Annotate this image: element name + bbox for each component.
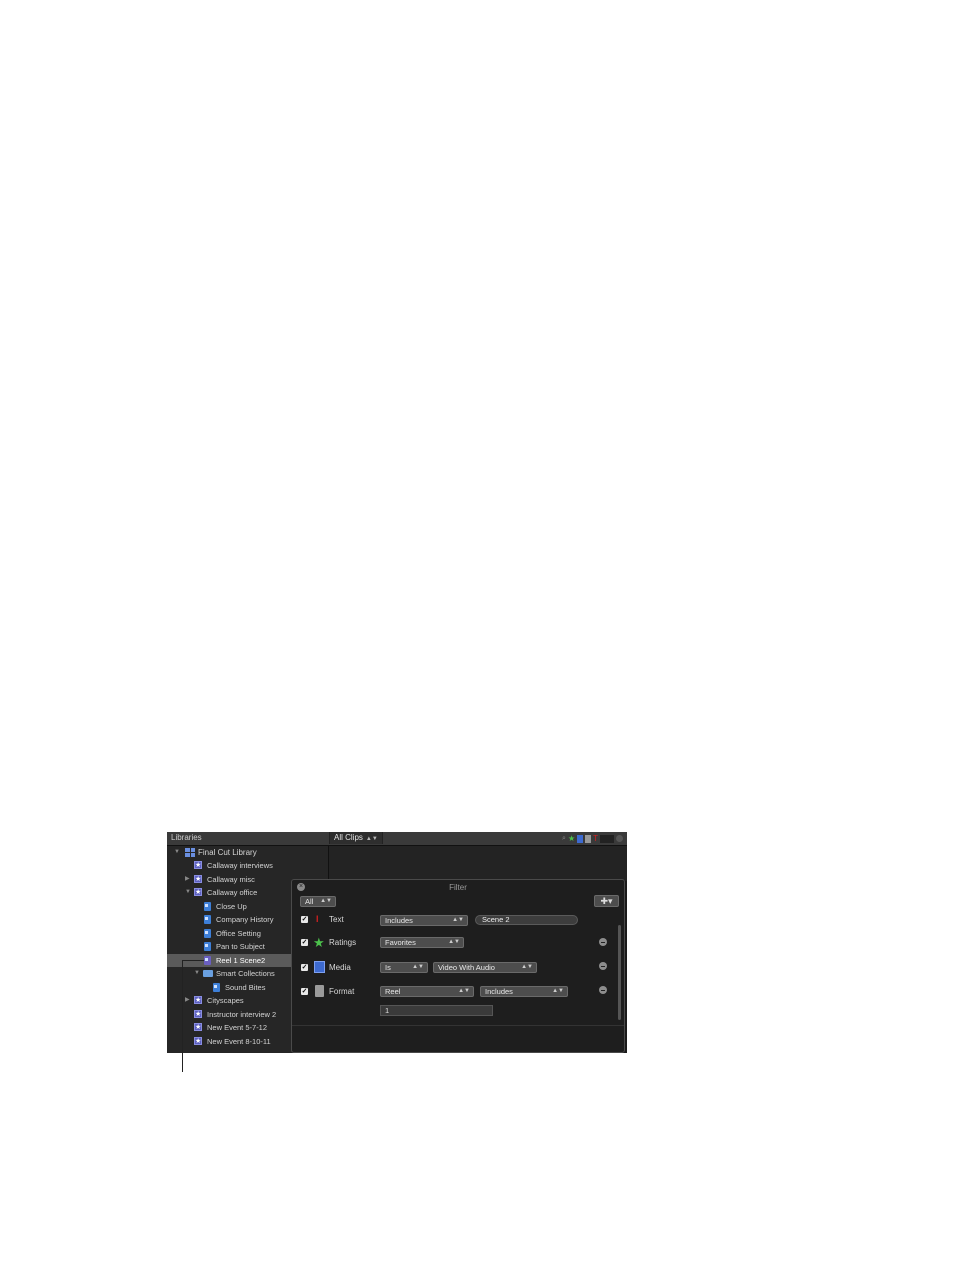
media-rule-label: Media [329,963,351,972]
keyword-collection-icon [213,983,220,992]
text-icon[interactable]: T [593,834,598,843]
ratings-op-popup[interactable]: Favorites ▲▼ [380,937,464,948]
library-icon [185,848,195,857]
sidebar-item-label: Pan to Subject [216,942,265,951]
add-rule-button[interactable]: ✚▾ [594,895,619,907]
toolbar-blank [600,834,614,843]
sidebar-item-label: Close Up [216,902,247,911]
clips-filter-label: All Clips [334,833,363,842]
filter-window: × Filter All ▲▼ ✚▾ ✓ I Text Includes ▲▼ Sc… [291,879,625,1053]
sidebar-item-label: Sound Bites [225,983,266,992]
sidebar-item-label: Cityscapes [207,996,244,1005]
format-op2-label: Includes [485,987,513,996]
event-icon [194,1008,202,1021]
format-icon[interactable] [585,834,592,843]
keyword-collection-icon [204,942,211,951]
format-op2-popup[interactable]: Includes ▲▼ [480,986,568,997]
text-op-label: Includes [385,916,413,925]
format-op-label: Reel [385,987,401,996]
final-cut-window: Libraries All Clips ▲▼ ⌕ ★ T ▼ Final Cut … [167,832,627,1053]
event-icon [194,1021,202,1034]
toolbar-icons: ⌕ ★ T [562,833,623,844]
updown-arrows-icon: ▲▼ [521,964,533,970]
folder-icon [203,970,213,977]
text-rule-checkbox[interactable]: ✓ [301,916,308,923]
text-search-field[interactable]: Scene 2 [475,915,578,925]
browser-content-area [329,846,627,881]
media-op-label: Is [385,963,391,972]
smart-collection-icon [204,956,211,965]
library-label: Final Cut Library [198,848,257,857]
keyword-collection-icon [204,915,211,924]
browser-toolbar: Libraries All Clips ▲▼ ⌕ ★ T [167,832,627,846]
disclosure-open-icon[interactable]: ▼ [185,886,191,899]
libraries-header: Libraries [171,833,202,842]
ratings-op-label: Favorites [385,938,416,947]
remove-ratings-rule-icon[interactable] [599,938,607,946]
callout-line-horizontal [182,960,204,961]
match-popup[interactable]: All ▲▼ [300,896,336,907]
format-rule-checkbox[interactable]: ✓ [301,988,308,995]
text-rule-icon: I [316,914,319,924]
event-icon [194,994,202,1007]
updown-arrows-icon: ▲▼ [448,939,460,945]
updown-arrows-icon: ▲▼ [320,898,332,904]
filter-title: Filter [449,883,467,892]
text-search-value: Scene 2 [482,915,510,924]
sidebar-item-label: New Event 8-10-11 [207,1037,271,1046]
media-value-popup[interactable]: Video With Audio ▲▼ [433,962,537,973]
sidebar-item-label: Office Setting [216,929,261,938]
updown-arrows-icon: ▲▼ [365,836,378,842]
sidebar-item-label: Callaway office [207,888,258,897]
event-icon [194,873,202,886]
disclosure-closed-icon[interactable]: ▶ [185,873,190,886]
sidebar-item-label: Callaway interviews [207,861,273,870]
text-op-popup[interactable]: Includes ▲▼ [380,915,468,926]
updown-arrows-icon: ▲▼ [458,988,470,994]
ratings-rule-label: Ratings [329,938,357,947]
updown-arrows-icon: ▲▼ [412,964,424,970]
event-icon [194,1035,202,1048]
event-icon [194,859,202,872]
sidebar-item-callaway-interviews[interactable]: Callaway interviews [167,859,328,872]
match-label: All [305,897,314,906]
media-op-popup[interactable]: Is ▲▼ [380,962,428,973]
sidebar-item-label: Instructor interview 2 [207,1010,277,1019]
filter-scrollbar[interactable] [618,925,621,1020]
sidebar-item-label: Company History [216,915,274,924]
media-rule-checkbox[interactable]: ✓ [301,964,308,971]
close-search-icon[interactable] [616,835,623,842]
format-rule-label: Format [329,987,355,996]
keyword-collection-icon [204,929,211,938]
sidebar-item-label: Smart Collections [216,969,275,978]
updown-arrows-icon: ▲▼ [452,917,464,923]
event-icon [194,886,202,899]
keyword-collection-icon [204,902,211,911]
sidebar-item-label: New Event 5-7-12 [207,1023,268,1032]
star-icon[interactable]: ★ [568,834,575,843]
remove-media-rule-icon[interactable] [599,962,607,970]
sidebar-library-row[interactable]: ▼ Final Cut Library [167,846,328,859]
text-rule-label: Text [329,915,344,924]
disclosure-open-icon[interactable]: ▼ [174,846,180,859]
disclosure-closed-icon[interactable]: ▶ [185,994,190,1007]
disclosure-open-icon[interactable]: ▼ [194,967,200,980]
callout-line [182,960,183,1072]
search-icon[interactable]: ⌕ [562,835,566,843]
media-icon[interactable] [577,834,584,843]
sidebar-item-label: Reel 1 Scene2 [216,956,266,965]
format-op-popup[interactable]: Reel ▲▼ [380,986,474,997]
format-icon [315,985,324,997]
filter-divider [292,1025,624,1026]
format-value-field[interactable]: 1 [380,1005,493,1016]
star-icon: ★ [313,935,325,950]
format-value: 1 [385,1006,390,1015]
remove-format-rule-icon[interactable] [599,986,607,994]
media-icon [314,961,325,973]
clips-filter-popup[interactable]: All Clips ▲▼ [329,832,383,844]
sidebar-item-label: Callaway misc [207,875,255,884]
ratings-rule-checkbox[interactable]: ✓ [301,939,308,946]
media-value-label: Video With Audio [438,963,495,972]
updown-arrows-icon: ▲▼ [552,988,564,994]
